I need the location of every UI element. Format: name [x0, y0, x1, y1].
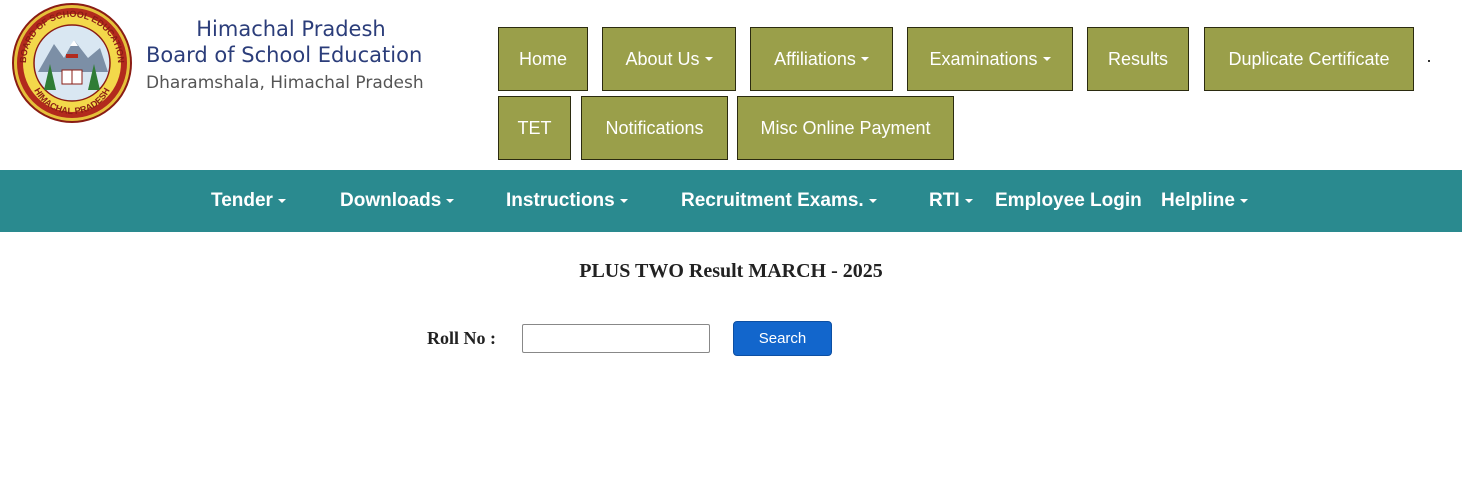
result-title: PLUS TWO Result MARCH - 2025: [579, 260, 883, 282]
brand-line-board: Board of School Education: [146, 43, 423, 67]
nav-examinations[interactable]: Examinations: [907, 27, 1073, 91]
brand-line-state: Himachal Pradesh: [196, 17, 386, 41]
caret-down-icon: [277, 199, 286, 203]
nav-rti-label: RTI: [929, 190, 960, 211]
nav-helpline-label: Helpline: [1161, 190, 1235, 211]
secondary-nav: Tender Downloads Instructions Recruitmen…: [0, 170, 1462, 232]
nav-duplicate-certificate[interactable]: Duplicate Certificate: [1204, 27, 1414, 91]
caret-down-icon: [619, 199, 628, 203]
caret-down-icon: [1042, 57, 1051, 61]
nav-affiliations-label: Affiliations: [774, 48, 856, 69]
caret-down-icon: [860, 57, 869, 61]
nav-rti[interactable]: RTI: [929, 170, 973, 232]
hpbose-logo: BOARD OF SCHOOL EDUCATION HIMACHAL PRADE…: [12, 3, 132, 123]
roll-no-label: Roll No :: [427, 328, 496, 348]
nav-results[interactable]: Results: [1087, 27, 1189, 91]
nav-misc-online-payment-label: Misc Online Payment: [760, 117, 931, 138]
nav-helpline[interactable]: Helpline: [1161, 170, 1248, 232]
nav-notifications-label: Notifications: [605, 117, 704, 138]
nav-misc-online-payment[interactable]: Misc Online Payment: [737, 96, 954, 160]
search-button[interactable]: Search: [733, 321, 832, 356]
nav-tet-label: TET: [517, 117, 552, 138]
roll-no-input[interactable]: [522, 324, 710, 353]
nav-notifications[interactable]: Notifications: [581, 96, 728, 160]
nav-tender-label: Tender: [211, 190, 273, 211]
nav-home-label: Home: [518, 48, 567, 69]
nav-recruitment-exams[interactable]: Recruitment Exams.: [681, 170, 877, 232]
caret-down-icon: [1239, 199, 1248, 203]
nav-instructions[interactable]: Instructions: [506, 170, 628, 232]
caret-down-icon: [704, 57, 713, 61]
nav-about-us-label: About Us: [625, 48, 700, 69]
search-button-label: Search: [758, 330, 807, 347]
caret-down-icon: [446, 199, 455, 203]
stray-dot: [1428, 60, 1430, 62]
brand-title: Himachal Pradesh Board of School Educati…: [146, 16, 466, 98]
caret-down-icon: [868, 199, 877, 203]
nav-employee-login-label: Employee Login: [995, 190, 1142, 211]
caret-down-icon: [964, 199, 973, 203]
nav-affiliations[interactable]: Affiliations: [750, 27, 893, 91]
brand-line-location: Dharamshala, Himachal Pradesh: [146, 73, 424, 93]
nav-about-us[interactable]: About Us: [602, 27, 736, 91]
nav-home[interactable]: Home: [498, 27, 588, 91]
nav-duplicate-certificate-label: Duplicate Certificate: [1228, 48, 1390, 69]
nav-employee-login[interactable]: Employee Login: [995, 170, 1142, 232]
nav-examinations-label: Examinations: [929, 48, 1038, 69]
nav-recruitment-exams-label: Recruitment Exams.: [681, 190, 864, 211]
nav-instructions-label: Instructions: [506, 190, 615, 211]
page: BOARD OF SCHOOL EDUCATION HIMACHAL PRADE…: [0, 0, 1462, 493]
nav-downloads[interactable]: Downloads: [340, 170, 455, 232]
nav-tet[interactable]: TET: [498, 96, 571, 160]
nav-tender[interactable]: Tender: [211, 170, 286, 232]
nav-downloads-label: Downloads: [340, 190, 442, 211]
nav-results-label: Results: [1107, 48, 1169, 69]
